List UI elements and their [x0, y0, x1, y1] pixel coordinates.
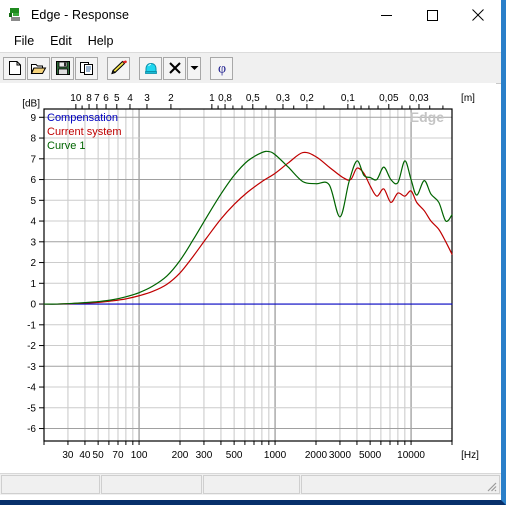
svg-text:1: 1 — [30, 279, 36, 290]
copy-icon — [79, 62, 93, 75]
title-bar: Edge - Response — [0, 0, 501, 30]
svg-text:100: 100 — [131, 450, 148, 461]
menu-edit[interactable]: Edit — [43, 32, 81, 51]
toolbar-separator-2 — [131, 57, 139, 80]
edit-curve-button[interactable] — [107, 56, 130, 80]
legend-current-system: Current system — [47, 126, 122, 138]
legend-curve-1: Curve 1 — [47, 140, 86, 152]
open-button[interactable] — [27, 56, 50, 80]
maximize-button[interactable] — [409, 0, 455, 30]
status-bar — [0, 473, 501, 495]
svg-text:5: 5 — [114, 93, 120, 104]
svg-text:1: 1 — [209, 93, 215, 104]
delete-button[interactable] — [163, 56, 186, 80]
svg-text:0,2: 0,2 — [300, 93, 314, 104]
window-controls — [363, 0, 501, 30]
delete-dropdown-button[interactable] — [187, 56, 201, 80]
menu-file[interactable]: File — [7, 32, 43, 51]
svg-text:10: 10 — [70, 93, 82, 104]
toolbar-separator-3 — [202, 57, 210, 80]
status-pane-4 — [301, 475, 500, 494]
response-plot-svg: 10 8 7 6 5 4 3 2 1 0,8 0,5 0,3 0,2 0,1 0,05 0,03 [m]30 40… — [22, 93, 479, 461]
svg-text:-5: -5 — [27, 403, 36, 414]
svg-text:0,03: 0,03 — [409, 93, 429, 104]
svg-text:70: 70 — [112, 450, 124, 461]
phase-button[interactable]: φ — [210, 56, 233, 80]
svg-text:0: 0 — [30, 300, 36, 311]
svg-text:7: 7 — [94, 93, 100, 104]
svg-text:-6: -6 — [27, 424, 36, 435]
svg-text:2000: 2000 — [305, 450, 328, 461]
svg-text:6: 6 — [30, 175, 36, 186]
svg-text:0,8: 0,8 — [218, 93, 232, 104]
svg-text:8: 8 — [30, 134, 36, 145]
new-document-icon — [8, 61, 21, 75]
x-cross-icon — [168, 62, 181, 74]
svg-text:10000: 10000 — [397, 450, 425, 461]
svg-text:500: 500 — [226, 450, 243, 461]
edge-app-icon — [8, 7, 24, 23]
window-title: Edge - Response — [31, 8, 130, 22]
watermark-edge: Edge — [410, 109, 444, 125]
svg-text:200: 200 — [172, 450, 189, 461]
svg-text:φ: φ — [217, 62, 225, 77]
svg-text:9: 9 — [30, 113, 36, 124]
response-chart: 10 8 7 6 5 4 3 2 1 0,8 0,5 0,3 0,2 0,1 0,05 0,03 [m] 30 40… — [0, 83, 496, 475]
svg-text:300: 300 — [196, 450, 213, 461]
chevron-down-icon — [190, 66, 198, 70]
svg-text:-2: -2 — [27, 341, 36, 352]
top-axis-wavelength: 10 8 7 6 5 4 3 2 1 0,8 0,5 0,3 0,2 0,1 0,05 0,03 [m] — [70, 93, 475, 109]
svg-text:4: 4 — [30, 217, 36, 228]
svg-text:4: 4 — [127, 93, 133, 104]
svg-text:40: 40 — [79, 450, 91, 461]
svg-text:[m]: [m] — [461, 93, 475, 104]
svg-text:3: 3 — [30, 237, 36, 248]
svg-text:3: 3 — [144, 93, 150, 104]
left-axis-db: 9 8 7 6 5 4 3 2 1 0 -1 -2 -3 -4 -5 -6 [dB] — [22, 98, 44, 435]
svg-text:7: 7 — [30, 154, 36, 165]
svg-text:30: 30 — [62, 450, 74, 461]
menu-help[interactable]: Help — [81, 32, 123, 51]
phi-icon: φ — [217, 62, 225, 77]
edge-response-window: Edge - Response File Edit Help φ 10 8 7 … — [0, 0, 506, 505]
svg-text:-3: -3 — [27, 362, 36, 373]
pencil-icon — [110, 60, 127, 75]
toolbar-separator-1 — [99, 57, 107, 80]
svg-text:5000: 5000 — [359, 450, 382, 461]
status-pane-2 — [101, 475, 202, 494]
save-button[interactable] — [51, 56, 74, 80]
svg-text:5: 5 — [30, 196, 36, 207]
svg-text:[Hz]: [Hz] — [461, 450, 479, 461]
close-button[interactable] — [455, 0, 501, 30]
copy-button[interactable] — [75, 56, 98, 80]
toolbar: φ — [0, 52, 501, 84]
status-pane-1 — [1, 475, 100, 494]
svg-text:-1: -1 — [27, 320, 36, 331]
color-button[interactable] — [139, 56, 162, 80]
svg-text:8: 8 — [86, 93, 92, 104]
svg-text:2: 2 — [30, 258, 36, 269]
floppy-disk-icon — [55, 61, 70, 75]
svg-text:[dB]: [dB] — [22, 98, 40, 109]
svg-text:1000: 1000 — [264, 450, 287, 461]
svg-text:0,3: 0,3 — [276, 93, 290, 104]
svg-text:6: 6 — [103, 93, 109, 104]
status-pane-3 — [203, 475, 300, 494]
svg-text:3000: 3000 — [329, 450, 352, 461]
new-button[interactable] — [3, 56, 26, 80]
legend-compensation: Compensation — [47, 112, 118, 124]
paint-bucket-icon — [144, 62, 157, 74]
bottom-axis-frequency: 30 40 50 70 100 200 300 500 1000 2000 3000 5000 1000… — [43, 441, 479, 461]
minimize-button[interactable] — [363, 0, 409, 30]
svg-text:-4: -4 — [27, 383, 36, 394]
open-folder-icon — [30, 64, 47, 75]
menu-bar: File Edit Help — [0, 30, 501, 52]
resize-grip[interactable] — [485, 480, 497, 492]
svg-text:2: 2 — [168, 93, 174, 104]
svg-text:0,05: 0,05 — [379, 93, 399, 104]
svg-text:50: 50 — [93, 450, 105, 461]
svg-text:0,5: 0,5 — [246, 93, 260, 104]
svg-text:0,1: 0,1 — [341, 93, 355, 104]
